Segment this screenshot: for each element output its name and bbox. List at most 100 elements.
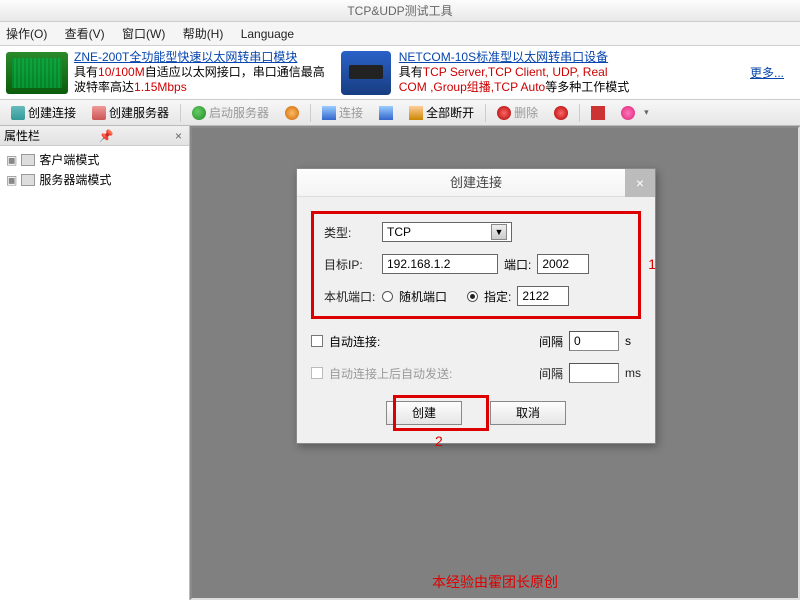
- menu-operation[interactable]: 操作(O): [6, 27, 47, 41]
- target-port-input[interactable]: [537, 254, 589, 274]
- tb-delete[interactable]: 删除: [490, 101, 545, 124]
- dialog-title: 创建连接: [450, 175, 502, 190]
- interval2-label: 间隔: [539, 365, 563, 382]
- tb-delete-label: 删除: [514, 104, 538, 121]
- local-port-label: 本机端口:: [324, 288, 376, 305]
- help-icon: [621, 106, 635, 120]
- user-icon: [285, 106, 299, 120]
- ad2-text: NETCOM-10S标准型以太网转串口设备 具有TCP Server,TCP C…: [399, 50, 630, 95]
- ad2-image: [341, 51, 391, 95]
- menu-language[interactable]: Language: [241, 27, 294, 41]
- disconnect-icon: [409, 106, 423, 120]
- toolbar-separator: [579, 104, 580, 122]
- more-link[interactable]: 更多...: [750, 64, 784, 81]
- ad1-l2a: 具有: [74, 65, 98, 79]
- ad1-text: ZNE-200T全功能型快速以太网转串口模块 具有10/100M自适应以太网接口…: [74, 50, 325, 95]
- interval2-input[interactable]: [569, 363, 619, 383]
- radio-random-port[interactable]: [382, 291, 393, 302]
- auto-connect-label: 自动连接:: [329, 333, 380, 350]
- pc-icon: [11, 106, 25, 120]
- toolbar-separator: [180, 104, 181, 122]
- create-button[interactable]: 创建: [386, 401, 462, 425]
- unit-ms: ms: [625, 366, 641, 380]
- ad2-l2b: TCP Server,TCP Client, UDP, Real: [423, 65, 608, 79]
- create-connection-dialog: 创建连接 × 1 类型: TCP ▼ 目标IP:: [296, 168, 656, 444]
- play-icon: [192, 106, 206, 120]
- tree-client-label: 客户端模式: [39, 152, 99, 168]
- credit-text: 本经验由霍团长原创: [432, 572, 558, 592]
- auto-connect-checkbox[interactable]: [311, 335, 323, 347]
- toolbar-separator: [485, 104, 486, 122]
- tb-create-connection[interactable]: 创建连接: [4, 101, 83, 124]
- ad2-link[interactable]: NETCOM-10S标准型以太网转串口设备: [399, 50, 608, 64]
- menubar: 操作(O) 查看(V) 窗口(W) 帮助(H) Language: [0, 22, 800, 46]
- stop-icon: [591, 106, 605, 120]
- dialog-close-button[interactable]: ×: [625, 169, 655, 197]
- menu-view[interactable]: 查看(V): [65, 27, 105, 41]
- delete-icon: [497, 106, 511, 120]
- ad-bar: ZNE-200T全功能型快速以太网转串口模块 具有10/100M自适应以太网接口…: [0, 46, 800, 100]
- sidebar: 属性栏 📌 × ▣客户端模式 ▣服务器端模式: [0, 126, 190, 600]
- send-icon: [379, 106, 393, 120]
- menu-help[interactable]: 帮助(H): [183, 27, 224, 41]
- ad1-image: [6, 52, 68, 94]
- type-select[interactable]: TCP ▼: [382, 222, 512, 242]
- tb-disconnect-all[interactable]: 全部断开: [402, 101, 481, 124]
- toolbar-separator: [310, 104, 311, 122]
- tb-stop-button[interactable]: [584, 103, 612, 123]
- tb-create-conn-label: 创建连接: [28, 104, 76, 121]
- ad1-l2b: 10/100M: [98, 65, 145, 79]
- target-ip-label: 目标IP:: [324, 256, 376, 273]
- tb-start-server[interactable]: 启动服务器: [185, 101, 276, 124]
- tb-disc-label: 全部断开: [426, 104, 474, 121]
- tb-clear-button[interactable]: [547, 103, 575, 123]
- sidebar-tree: ▣客户端模式 ▣服务器端模式: [0, 146, 189, 194]
- tree-item-client[interactable]: ▣客户端模式: [2, 150, 187, 170]
- menu-window[interactable]: 窗口(W): [122, 27, 165, 41]
- clear-icon: [554, 106, 568, 120]
- cancel-button[interactable]: 取消: [490, 401, 566, 425]
- tb-help-button[interactable]: [614, 103, 642, 123]
- ad1-link[interactable]: ZNE-200T全功能型快速以太网转串口模块: [74, 50, 297, 64]
- interval1-input[interactable]: [569, 331, 619, 351]
- ad2-l3a: COM ,Group组播,TCP Auto: [399, 80, 546, 94]
- sidebar-header: 属性栏 📌 ×: [0, 126, 189, 146]
- tb-connect[interactable]: 连接: [315, 101, 370, 124]
- unit-s: s: [625, 334, 641, 348]
- radio-random-label: 随机端口: [399, 288, 447, 305]
- auto-send-checkbox: [311, 367, 323, 379]
- local-port-input[interactable]: [517, 286, 569, 306]
- tb-start-srv-label: 启动服务器: [209, 104, 269, 121]
- dropdown-icon[interactable]: ▾: [644, 107, 649, 118]
- tb-create-server[interactable]: 创建服务器: [85, 101, 176, 124]
- main-area: 创建连接 × 1 类型: TCP ▼ 目标IP:: [190, 126, 800, 600]
- target-ip-input[interactable]: [382, 254, 498, 274]
- tree-server-label: 服务器端模式: [39, 172, 111, 188]
- type-label: 类型:: [324, 224, 376, 241]
- client-icon: [21, 154, 35, 166]
- link-icon: [322, 106, 336, 120]
- tb-send-button[interactable]: [372, 103, 400, 123]
- close-panel-icon[interactable]: ×: [172, 126, 185, 146]
- window-titlebar: TCP&UDP测试工具: [0, 0, 800, 22]
- highlight-frame-1: 1 类型: TCP ▼ 目标IP: 端口:: [311, 211, 641, 319]
- interval1-label: 间隔: [539, 333, 563, 350]
- ad1-l3a: 波特率高达: [74, 80, 134, 94]
- tree-item-server[interactable]: ▣服务器端模式: [2, 170, 187, 190]
- dialog-titlebar: 创建连接 ×: [297, 169, 655, 197]
- ad2-l3b: 等多种工作模式: [545, 80, 629, 94]
- server-mode-icon: [21, 174, 35, 186]
- tb-connect-label: 连接: [339, 104, 363, 121]
- tb-create-srv-label: 创建服务器: [109, 104, 169, 121]
- annotation-1: 1: [648, 256, 656, 272]
- tb-user-button[interactable]: [278, 103, 306, 123]
- server-icon: [92, 106, 106, 120]
- type-value: TCP: [387, 225, 411, 239]
- ad1-l2c: 自适应以太网接口，串口通信最高: [145, 65, 325, 79]
- port-label: 端口:: [504, 256, 531, 273]
- toolbar: 创建连接 创建服务器 启动服务器 连接 全部断开 删除 ▾: [0, 100, 800, 126]
- sidebar-title: 属性栏: [4, 126, 40, 146]
- ad2-l2a: 具有: [399, 65, 423, 79]
- pin-icon[interactable]: 📌: [96, 126, 117, 146]
- radio-fixed-port[interactable]: [467, 291, 478, 302]
